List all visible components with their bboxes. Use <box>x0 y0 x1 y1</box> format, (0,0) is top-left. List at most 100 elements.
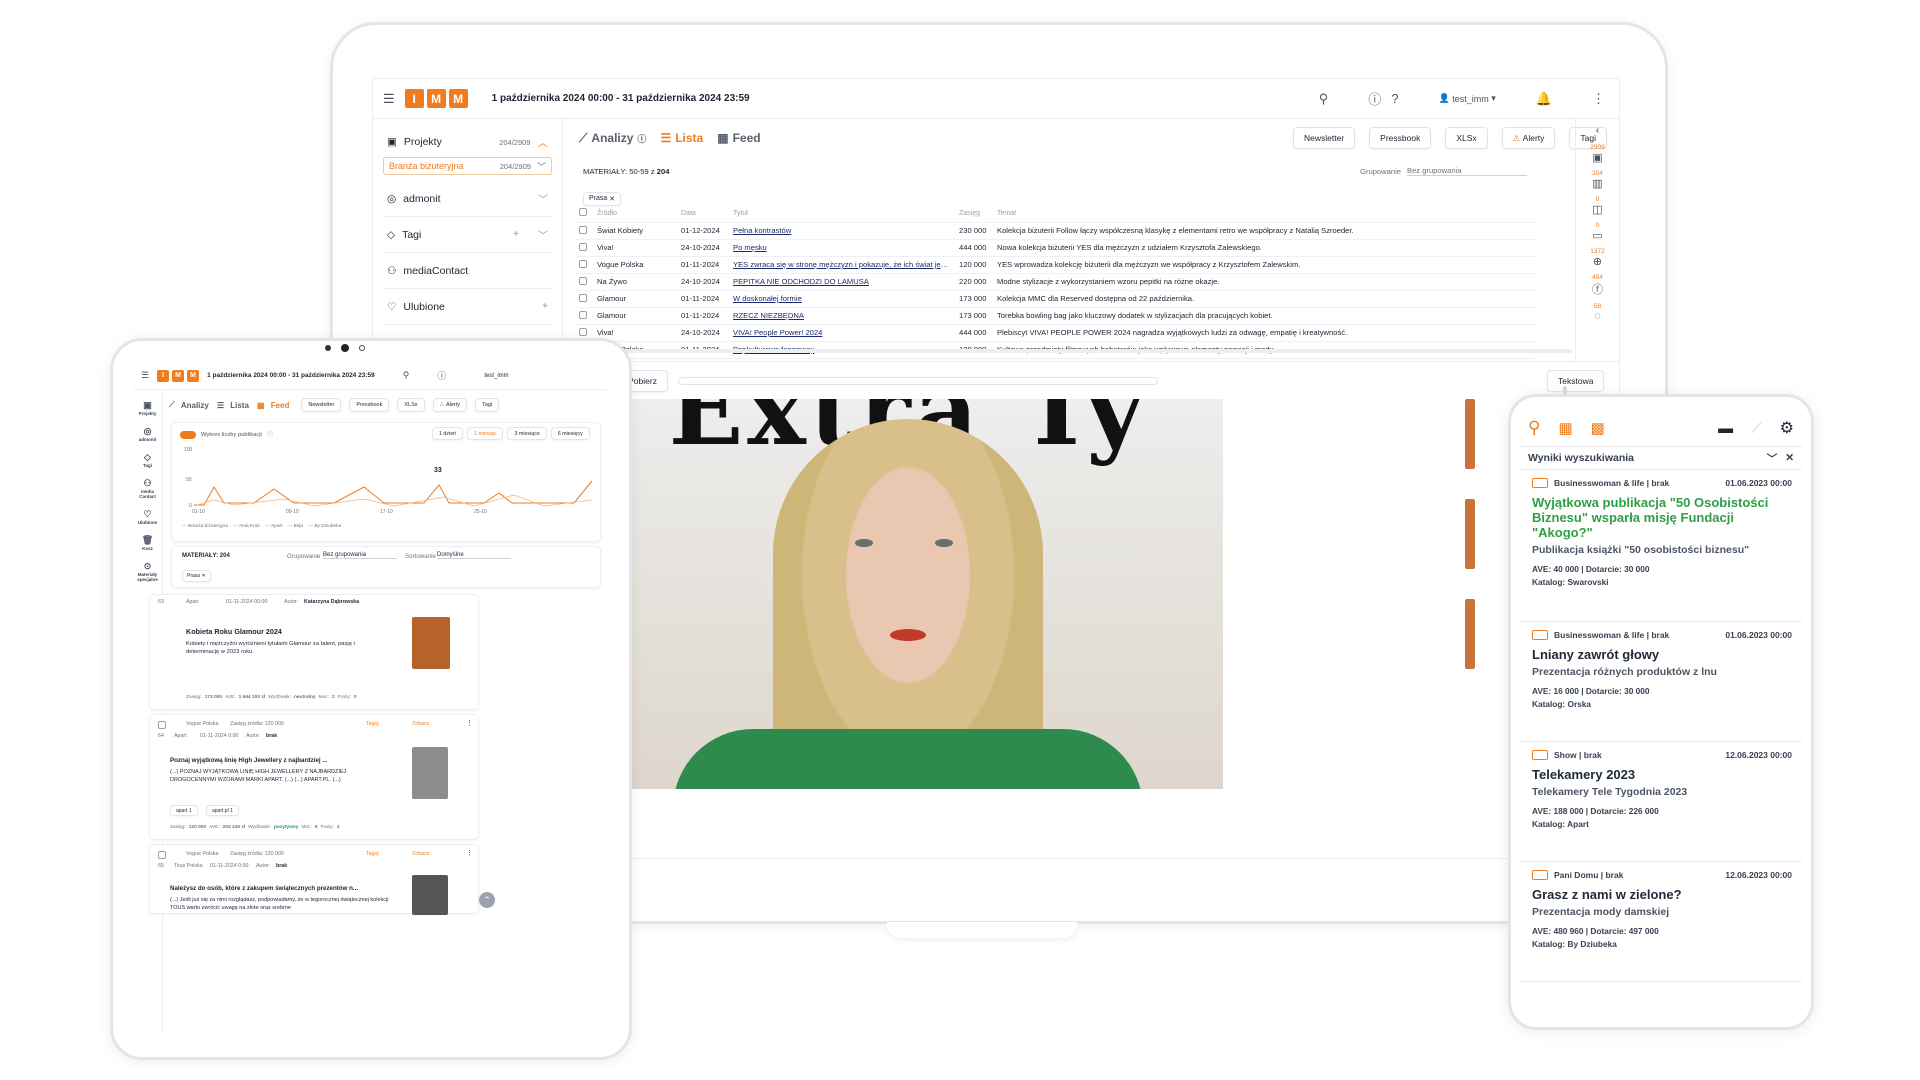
card-thumbnail[interactable] <box>412 617 450 669</box>
rail-item[interactable]: 0 ◫ <box>1576 196 1619 216</box>
h-scrollbar[interactable] <box>567 349 1572 353</box>
date-range[interactable]: 1 października 2024 00:00 - 31 październ… <box>207 372 375 379</box>
feed-card[interactable]: 63 Apart 01-11-2024 00:00 Autor: Katarzy… <box>149 594 479 710</box>
grouping-select[interactable]: Bez grupowania <box>323 552 397 559</box>
row-title-link[interactable]: W doskonałej formie <box>729 290 955 308</box>
grouping-select[interactable]: Bez grupowania <box>1407 166 1527 176</box>
more-icon[interactable]: ⋮ <box>1592 91 1605 107</box>
tab-feed[interactable]: ▦ Feed <box>257 401 289 410</box>
search-icon[interactable]: ⚲ <box>1528 418 1540 438</box>
legend-item[interactable]: — Briju <box>287 524 303 529</box>
calendar-icon[interactable]: ▦ <box>1558 419 1572 437</box>
row-title-link[interactable]: RZECZ NIEZBĘDNA <box>729 307 955 325</box>
result-title[interactable]: Grasz z nami w zielone? <box>1532 887 1792 902</box>
gear-icon[interactable]: ⚙ <box>1780 418 1794 438</box>
user-menu[interactable]: 👤 test_imm ▾ <box>1439 93 1496 104</box>
card-title[interactable]: Kobieta Roku Glamour 2024 <box>186 627 282 636</box>
imm-logo[interactable]: IMM <box>157 369 200 382</box>
accessibility-icon[interactable]: ⓘ <box>1368 89 1381 108</box>
tag-button[interactable]: Taguj <box>366 721 379 727</box>
row-checkbox[interactable] <box>579 225 587 234</box>
tag-button[interactable]: Taguj <box>366 851 379 857</box>
text-mode-button[interactable]: Tekstowa <box>1547 370 1605 392</box>
result-card[interactable]: Show | brak 12.06.2023 00:00 Telekamery 2… <box>1520 742 1802 862</box>
period-3m[interactable]: 3 miesiące <box>507 427 547 440</box>
row-checkbox[interactable] <box>579 327 587 336</box>
card-thumbnail[interactable] <box>412 875 448 915</box>
legend-item[interactable]: — Apart <box>265 524 283 529</box>
period-1m[interactable]: 1 miesiąc <box>467 427 504 440</box>
tablet-side-item[interactable]: ♡ Ulubione <box>133 509 162 525</box>
nav-projects[interactable]: ▣ Projekty 204/2909 ︿ <box>383 129 552 155</box>
thumbnail-strip[interactable] <box>1465 399 1475 779</box>
table-row[interactable]: Viva! 24-10-2024 VIVA! People Power! 202… <box>575 324 1535 342</box>
result-card[interactable]: Pani Domu | brak 12.06.2023 00:00 Grasz z… <box>1520 862 1802 982</box>
table-row[interactable]: Viva! 24-10-2024 Po męsku 444 000 Nowa k… <box>575 239 1535 257</box>
feed-card[interactable]: Vogue Polska Zasięg źródła: 120 000 Tagu… <box>149 714 479 840</box>
see-button[interactable]: Zobacz <box>412 721 429 727</box>
pressbook-button[interactable]: Pressbook <box>1369 127 1432 149</box>
close-icon[interactable]: ✕ <box>1785 452 1794 464</box>
phrase-chip[interactable]: apart 1 <box>170 805 198 816</box>
legend-item[interactable]: — Branża biżuteryjna <box>182 524 228 529</box>
select-all-checkbox[interactable] <box>579 208 587 217</box>
tab-lista[interactable]: ☰ Lista <box>660 131 703 145</box>
rail-item[interactable]: 1372 ⊕ <box>1576 248 1619 268</box>
more-icon[interactable]: ⋮ <box>466 849 473 857</box>
tablet-side-item[interactable]: ▣ Projekty <box>133 400 162 416</box>
grid-icon[interactable]: ▩ <box>1591 419 1605 437</box>
result-card[interactable]: Businesswoman & life | brak 01.06.2023 00… <box>1520 470 1802 622</box>
tags-button[interactable]: Tagi <box>475 398 500 412</box>
tablet-side-item[interactable]: ⚇ media Contact <box>133 478 162 499</box>
scroll-top-button[interactable]: ⌃ <box>479 892 495 908</box>
nav-favorites[interactable]: ♡ Ulubione + <box>383 289 552 325</box>
filter-chip-prasa[interactable]: Prasa ✕ <box>583 191 622 206</box>
row-checkbox[interactable] <box>579 310 587 319</box>
row-checkbox[interactable] <box>579 242 587 251</box>
result-title[interactable]: Telekamery 2023 <box>1532 767 1792 782</box>
bell-icon[interactable]: 🔔 <box>1536 91 1552 107</box>
chevron-down-icon[interactable]: ﹀ <box>1767 451 1778 466</box>
pressbook-button[interactable]: Pressbook <box>349 398 390 412</box>
card-checkbox[interactable] <box>158 851 166 859</box>
result-title[interactable]: Lniany zawrót głowy <box>1532 647 1792 662</box>
help-icon[interactable]: ? <box>1391 91 1398 106</box>
legend-item[interactable]: — Ania Kruk <box>233 524 260 529</box>
nav-sub-project[interactable]: Branża biżuteryjna 204/2909 ﹀ <box>383 157 552 175</box>
row-title-link[interactable]: Po męsku <box>729 239 955 257</box>
card-title[interactable]: Należysz do osób, które z zakupem świąte… <box>170 885 358 892</box>
phrase-chip[interactable]: apart.pl 1 <box>206 805 239 816</box>
row-checkbox[interactable] <box>579 276 587 285</box>
row-title-link[interactable]: Pełna kontrastów <box>729 222 955 240</box>
result-card[interactable]: Businesswoman & life | brak 01.06.2023 00… <box>1520 622 1802 742</box>
plus-icon[interactable]: + <box>513 229 519 240</box>
alerts-button[interactable]: ⚠ Alerty <box>1501 127 1556 149</box>
trend-icon[interactable]: ⟋ <box>1751 420 1762 437</box>
chart-toggle[interactable] <box>180 430 196 439</box>
rail-item[interactable]: 0 ▭ <box>1576 222 1619 242</box>
plus-icon[interactable]: + <box>542 301 548 312</box>
xlsx-button[interactable]: XLSx <box>1445 127 1488 149</box>
more-icon[interactable]: ⋮ <box>466 719 473 727</box>
tablet-side-item[interactable]: 🗑 Kosz <box>133 535 162 551</box>
card-title[interactable]: Poznaj wyjątkową linię High Jewellery z … <box>170 757 328 764</box>
row-checkbox[interactable] <box>579 293 587 302</box>
menu-icon[interactable]: ☰ <box>383 91 395 107</box>
tablet-side-item[interactable]: ⊙ Materiały specjalne <box>133 561 162 582</box>
rail-item[interactable]: 58 ◌ <box>1576 303 1619 322</box>
folder-icon[interactable]: ▬ <box>1718 420 1733 437</box>
search-icon[interactable]: ⚲ <box>1319 91 1329 107</box>
tab-lista[interactable]: ☰ Lista <box>217 401 249 410</box>
table-row[interactable]: Vogue Polska 01-11-2024 YES zwraca się w… <box>575 256 1535 274</box>
imm-logo[interactable]: IMM <box>404 89 468 108</box>
table-row[interactable]: Na Żywo 24-10-2024 PEPITKA NIE ODCHODZI … <box>575 273 1535 291</box>
nav-admonit[interactable]: ◎ admonit ﹀ <box>383 181 552 217</box>
tab-analizy[interactable]: ⟋ Analizy <box>169 400 209 410</box>
card-thumbnail[interactable] <box>412 747 448 799</box>
nav-mediacontact[interactable]: ⚇ mediaContact <box>383 253 552 289</box>
tab-feed[interactable]: ▦ Feed <box>717 131 760 145</box>
accessibility-icon[interactable]: ⓘ <box>437 369 446 382</box>
viewer-progress[interactable] <box>677 377 1158 385</box>
newsletter-button[interactable]: Newsletter <box>301 398 342 412</box>
tab-analizy[interactable]: ⟋ Analizy ⓘ <box>579 131 646 146</box>
